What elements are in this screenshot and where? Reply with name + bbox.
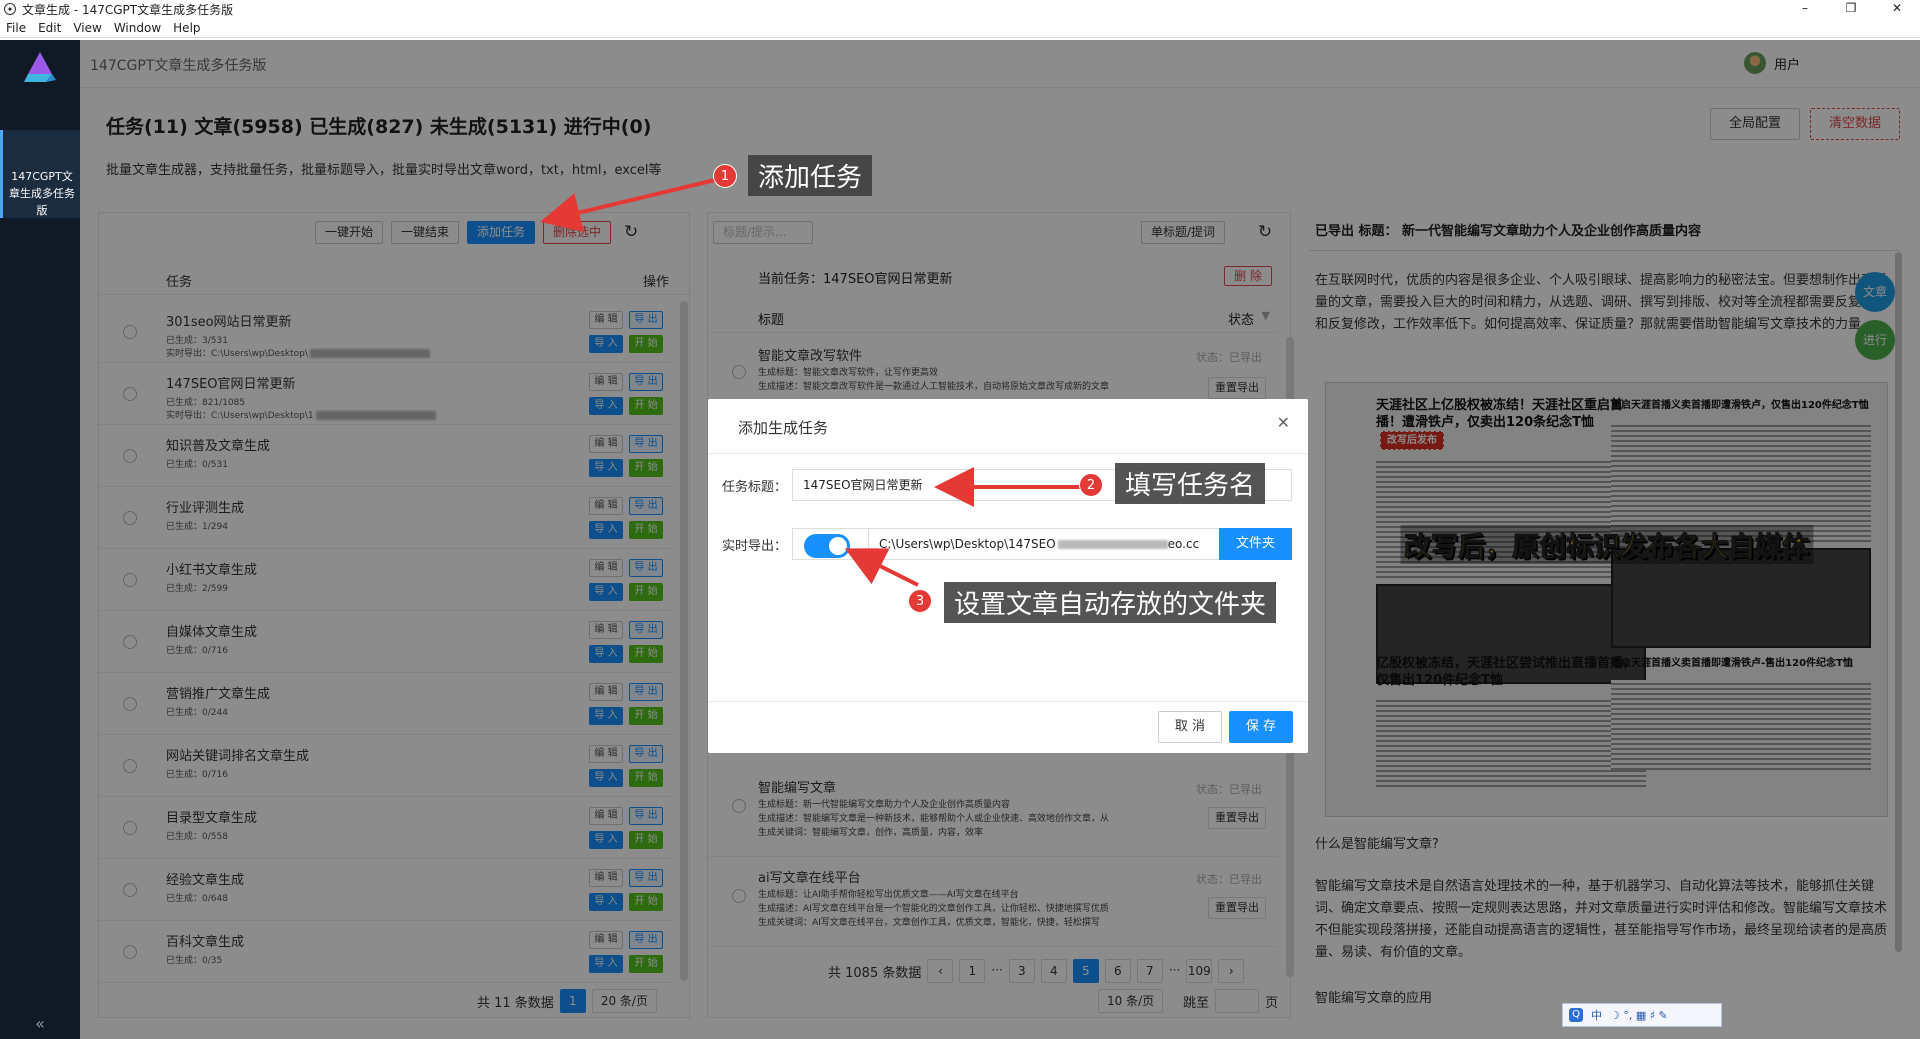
save-button[interactable]: 保 存: [1229, 711, 1293, 743]
annotation-label: 添加任务: [748, 155, 873, 196]
sidebar-item-article-gen[interactable]: 147CGPT文章生成多任务版: [0, 130, 80, 218]
word-count: 922 字: [1850, 1010, 1886, 1023]
close-button[interactable]: ✕: [1874, 0, 1920, 18]
annotation-badge: 2: [1079, 473, 1103, 497]
maximize-button[interactable]: ❐: [1828, 0, 1874, 18]
annotation-badge: 1: [713, 164, 737, 188]
window-title: 文章生成 - 147CGPT文章生成多任务版: [22, 2, 234, 17]
menu-view[interactable]: View: [73, 21, 101, 35]
ime-icons[interactable]: ☽ °, ▦ ♯ ✎: [1610, 1009, 1668, 1022]
add-task-dialog: 添加生成任务 ✕ 任务标题： 147SEO官网日常更新 实时导出： C:\Use…: [708, 399, 1308, 753]
ime-toolbar[interactable]: Q 中 ☽ °, ▦ ♯ ✎: [1562, 1003, 1722, 1027]
export-toggle[interactable]: [804, 534, 850, 558]
path-redacted: [1057, 540, 1168, 549]
cancel-button[interactable]: 取 消: [1158, 711, 1222, 743]
collapse-icon[interactable]: «: [0, 1009, 80, 1039]
ime-language[interactable]: 中: [1591, 1007, 1602, 1023]
choose-folder-button[interactable]: 文件夹: [1219, 528, 1292, 560]
annotation-label: 设置文章自动存放的文件夹: [944, 582, 1277, 623]
app-logo: [24, 52, 56, 82]
dialog-title: 添加生成任务: [738, 419, 829, 437]
export-label: 实时导出：: [722, 539, 788, 554]
menu-help[interactable]: Help: [173, 21, 200, 35]
ime-logo-icon: Q: [1569, 1008, 1583, 1022]
dialog-close-icon[interactable]: ✕: [1277, 413, 1290, 432]
menu-window[interactable]: Window: [114, 21, 161, 35]
menu-bar: File Edit View Window Help: [0, 18, 1920, 38]
annotation-badge: 3: [908, 589, 932, 613]
annotation-label: 填写任务名: [1115, 463, 1266, 504]
sidebar: 147CGPT文章生成多任务版 «: [0, 40, 80, 1039]
menu-file[interactable]: File: [6, 21, 26, 35]
window-titlebar: ✦ 文章生成 - 147CGPT文章生成多任务版 – ❐ ✕: [0, 0, 1920, 18]
export-path[interactable]: C:\Users\wp\Desktop\147SEO eo.cc: [868, 528, 1210, 560]
app-icon: ✦: [4, 3, 16, 15]
menu-edit[interactable]: Edit: [38, 21, 61, 35]
task-title-label: 任务标题：: [722, 480, 788, 495]
minimize-button[interactable]: –: [1782, 0, 1828, 18]
